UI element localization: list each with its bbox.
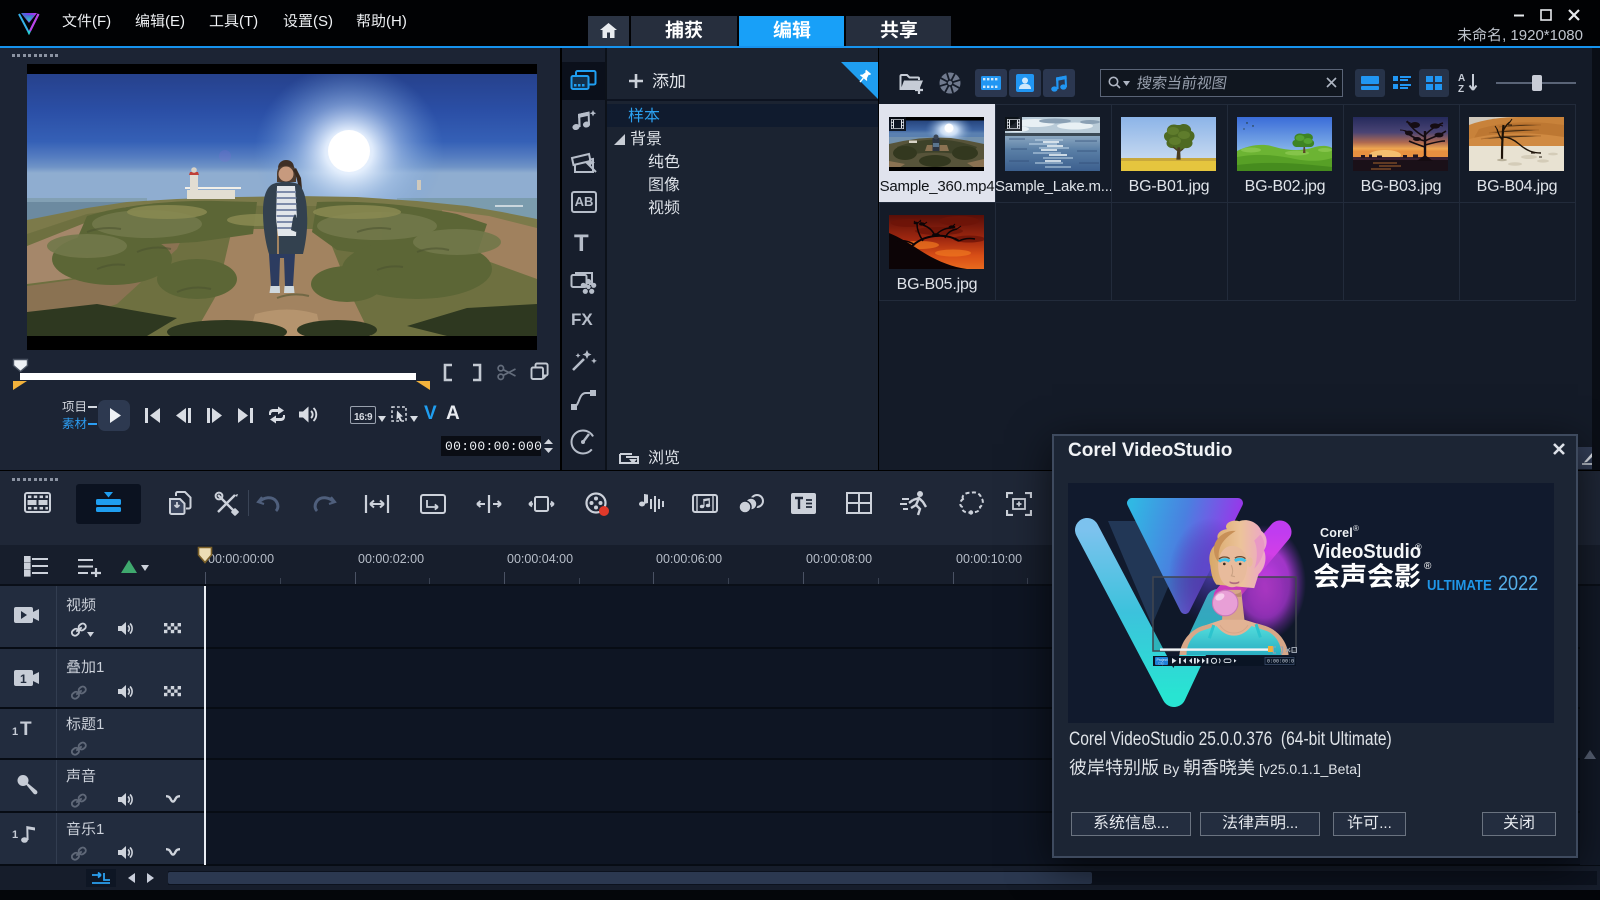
svg-text:Z: Z: [1458, 84, 1464, 95]
svg-text:Clip: Clip: [1158, 662, 1164, 666]
svg-text:1: 1: [20, 672, 27, 686]
svg-text:0:00:00:0: 0:00:00:0: [1267, 659, 1294, 665]
svg-text:A: A: [1458, 73, 1465, 84]
